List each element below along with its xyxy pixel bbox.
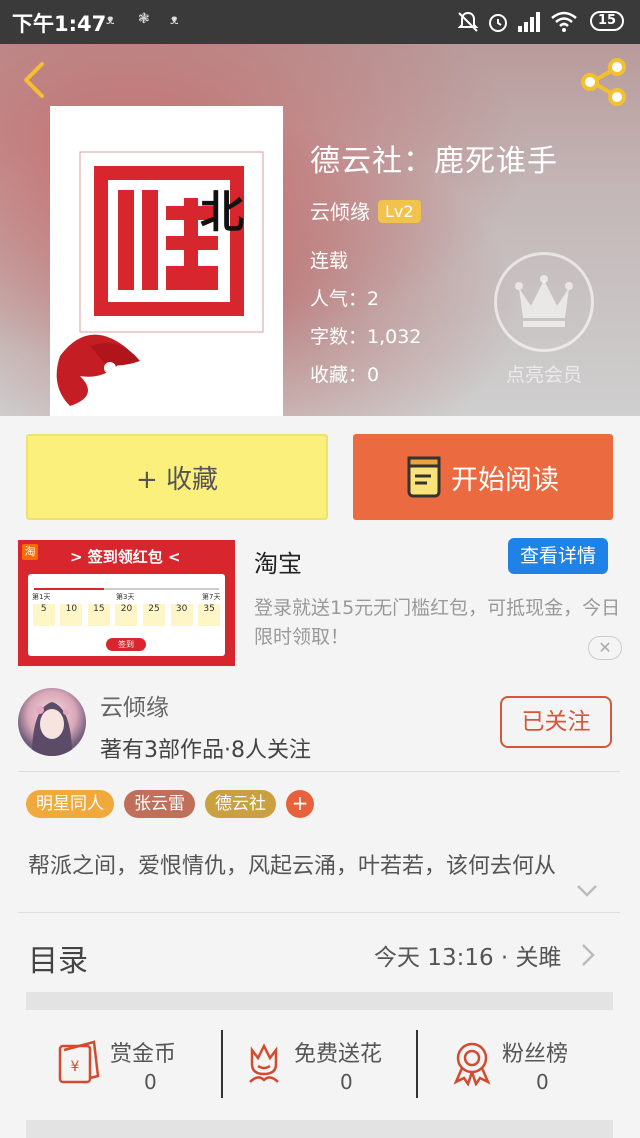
battery-indicator: 15 [590, 11, 624, 31]
tag-list: 明星同人 张云雷 德云社 + [26, 790, 314, 820]
stat-label: 粉丝榜 [502, 1042, 569, 1067]
tag[interactable]: 明星同人 [26, 790, 114, 818]
divider [18, 912, 620, 913]
cover-title-text: 北 [200, 187, 244, 238]
back-icon[interactable] [14, 58, 58, 102]
reward-coins-stat[interactable]: ¥ 赏金币 0 [56, 1030, 216, 1100]
ad-banner-title: > 签到领红包 < [70, 548, 181, 566]
free-flowers-stat[interactable]: 免费送花 0 [244, 1030, 414, 1100]
section-separator [26, 1120, 613, 1138]
notification-icon: ᴥ [106, 12, 115, 28]
book-favorites: 收藏：0 [310, 364, 380, 386]
stat-label: 免费送花 [294, 1042, 383, 1067]
author-name: 云倾缘 [100, 695, 169, 721]
tag[interactable]: 德云社 [205, 790, 276, 818]
collect-button[interactable]: + 收藏 [26, 434, 328, 520]
catalog-latest-update[interactable]: 今天 13:16 · 关雎 [374, 938, 562, 972]
divider [416, 1030, 418, 1098]
chevron-right-icon[interactable] [580, 942, 596, 968]
wifi-icon [551, 11, 577, 32]
close-icon[interactable]: ✕ [588, 636, 622, 660]
start-reading-label: 开始阅读 [451, 464, 559, 496]
vip-label: 点亮会员 [505, 364, 582, 386]
ad-day-label: 第3天 [116, 593, 135, 601]
cover-seal-image [56, 151, 264, 406]
ad-day-label: 第7天 [202, 593, 221, 601]
book-word-count: 字数：1,032 [310, 326, 422, 348]
stat-value: 0 [340, 1070, 353, 1094]
book-icon [407, 456, 441, 498]
red-envelope-icon: ¥ [58, 1040, 100, 1084]
level-badge: Lv2 [378, 200, 421, 223]
fan-ranking-stat[interactable]: 粉丝榜 0 [452, 1030, 602, 1100]
book-author[interactable]: 云倾缘 [310, 200, 370, 224]
tag[interactable]: 张云雷 [124, 790, 195, 818]
stat-value: 0 [144, 1070, 157, 1094]
stat-value: 0 [536, 1070, 549, 1094]
status-time: 下午1:47 [12, 12, 107, 36]
status-bar: 下午1:47 ᴥ ❃ ᴥ 15 [0, 0, 640, 44]
ad-amount: 10 [60, 604, 83, 626]
ad-amount: 35 [198, 604, 221, 626]
author-card[interactable]: 云倾缘 著有3部作品·8人关注 已关注 [0, 684, 640, 770]
ad-amount: 20 [115, 604, 138, 626]
alarm-icon [489, 14, 507, 32]
start-reading-button[interactable]: 开始阅读 [353, 434, 613, 520]
notification-icon: ❃ [138, 11, 150, 27]
divider [221, 1030, 223, 1098]
ad-checkin-button: 签到 [106, 638, 146, 651]
ad-detail-button[interactable]: 查看详情 [508, 538, 608, 574]
signal-icon [518, 12, 540, 32]
catalog-label[interactable]: 目录 [28, 936, 88, 980]
book-popularity: 人气：2 [310, 288, 380, 310]
synopsis: 帮派之间，爱恨情仇，风起云涌，叶若若，该何去何从 [28, 854, 557, 879]
author-info: 著有3部作品·8人关注 [100, 738, 311, 763]
book-cover[interactable]: 北 [50, 106, 283, 416]
ad-image[interactable]: 淘 > 签到领红包 < 第1天 第3天 第7天 5 10 15 20 25 30… [18, 540, 235, 666]
ad-checkin-grid: 第1天 第3天 第7天 5 10 15 20 25 30 35 签到 [28, 574, 225, 656]
divider [18, 771, 620, 772]
add-tag-button[interactable]: + [286, 790, 314, 818]
ad-day-label: 第1天 [32, 593, 51, 601]
notification-icon: ᴥ [170, 12, 179, 28]
book-status: 连载 [310, 250, 349, 272]
crown-icon [494, 252, 594, 352]
follow-button[interactable]: 已关注 [500, 696, 612, 748]
ad-amount: 15 [87, 604, 110, 626]
taobao-logo-icon: 淘 [22, 544, 38, 560]
ad-banner[interactable]: 淘 > 签到领红包 < 第1天 第3天 第7天 5 10 15 20 25 30… [0, 530, 640, 670]
mute-icon [457, 11, 479, 32]
book-title: 德云社：鹿死谁手 [310, 144, 558, 179]
stat-label: 赏金币 [110, 1042, 177, 1067]
ad-amount: 30 [170, 604, 193, 626]
svg-text:¥: ¥ [71, 1059, 80, 1075]
ad-amount: 25 [143, 604, 166, 626]
book-header: 北 德云社：鹿死谁手 云倾缘 Lv2 连载 人气：2 字数：1,032 收藏：0 … [0, 44, 640, 416]
ad-source: 淘宝 [254, 550, 302, 578]
section-separator [26, 992, 613, 1010]
book-author-line: 云倾缘 Lv2 [310, 196, 421, 225]
chevron-down-icon[interactable] [576, 884, 598, 898]
vip-button[interactable]: 点亮会员 [494, 252, 594, 387]
share-icon[interactable] [578, 56, 630, 108]
avatar[interactable] [18, 688, 86, 756]
flower-icon [249, 1043, 279, 1083]
ad-amount: 5 [32, 604, 55, 626]
medal-icon [453, 1042, 491, 1086]
ad-description: 登录就送15元无门槛红包，可抵现金，今日限时领取！ [254, 597, 621, 648]
